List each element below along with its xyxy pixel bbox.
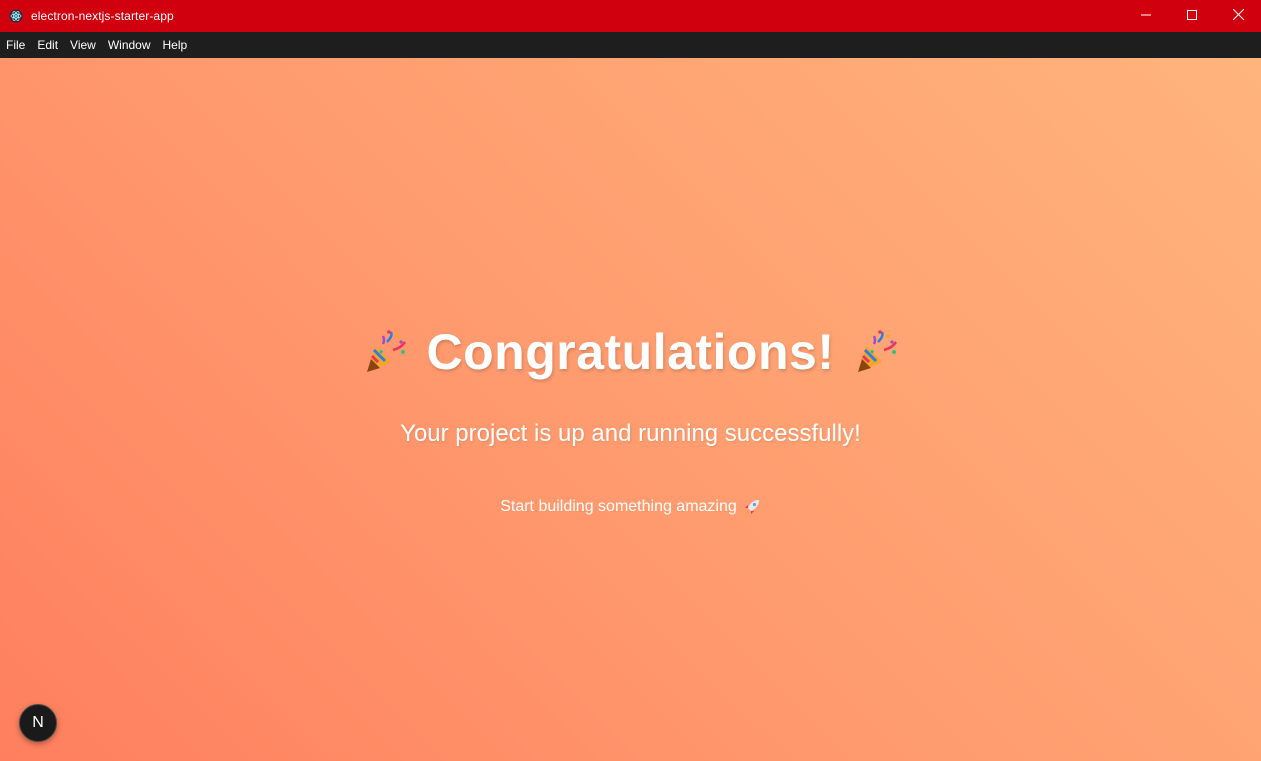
menu-view[interactable]: View (64, 32, 102, 58)
maximize-button[interactable] (1169, 0, 1215, 32)
minimize-icon (1141, 7, 1151, 25)
tagline-text: Start building something amazing (500, 498, 737, 515)
rocket-icon (743, 498, 761, 516)
headline: Congratulations! (0, 323, 1261, 381)
window-controls (1123, 0, 1261, 32)
nextjs-dev-indicator[interactable]: N (19, 704, 57, 742)
electron-app-icon (9, 9, 23, 23)
title-bar[interactable]: electron-nextjs-starter-app (0, 0, 1261, 32)
page-title: Congratulations! (426, 324, 835, 380)
menu-help[interactable]: Help (157, 32, 194, 58)
menu-window[interactable]: Window (102, 32, 157, 58)
app-window: electron-nextjs-starter-app File Edit Vi… (0, 0, 1261, 761)
close-button[interactable] (1215, 0, 1261, 32)
window-title: electron-nextjs-starter-app (31, 9, 174, 23)
tagline: Start building something amazing (0, 498, 1261, 516)
subtitle: Your project is up and running successfu… (400, 420, 861, 447)
minimize-button[interactable] (1123, 0, 1169, 32)
menu-bar: File Edit View Window Help (0, 32, 1261, 58)
party-popper-icon (852, 328, 900, 376)
close-icon (1232, 7, 1244, 25)
page-content: Congratulations! Your project is up and … (0, 58, 1261, 761)
party-popper-icon (361, 328, 409, 376)
menu-file[interactable]: File (0, 32, 31, 58)
maximize-icon (1187, 7, 1197, 25)
menu-edit[interactable]: Edit (31, 32, 64, 58)
nextjs-logo-letter: N (32, 714, 44, 731)
